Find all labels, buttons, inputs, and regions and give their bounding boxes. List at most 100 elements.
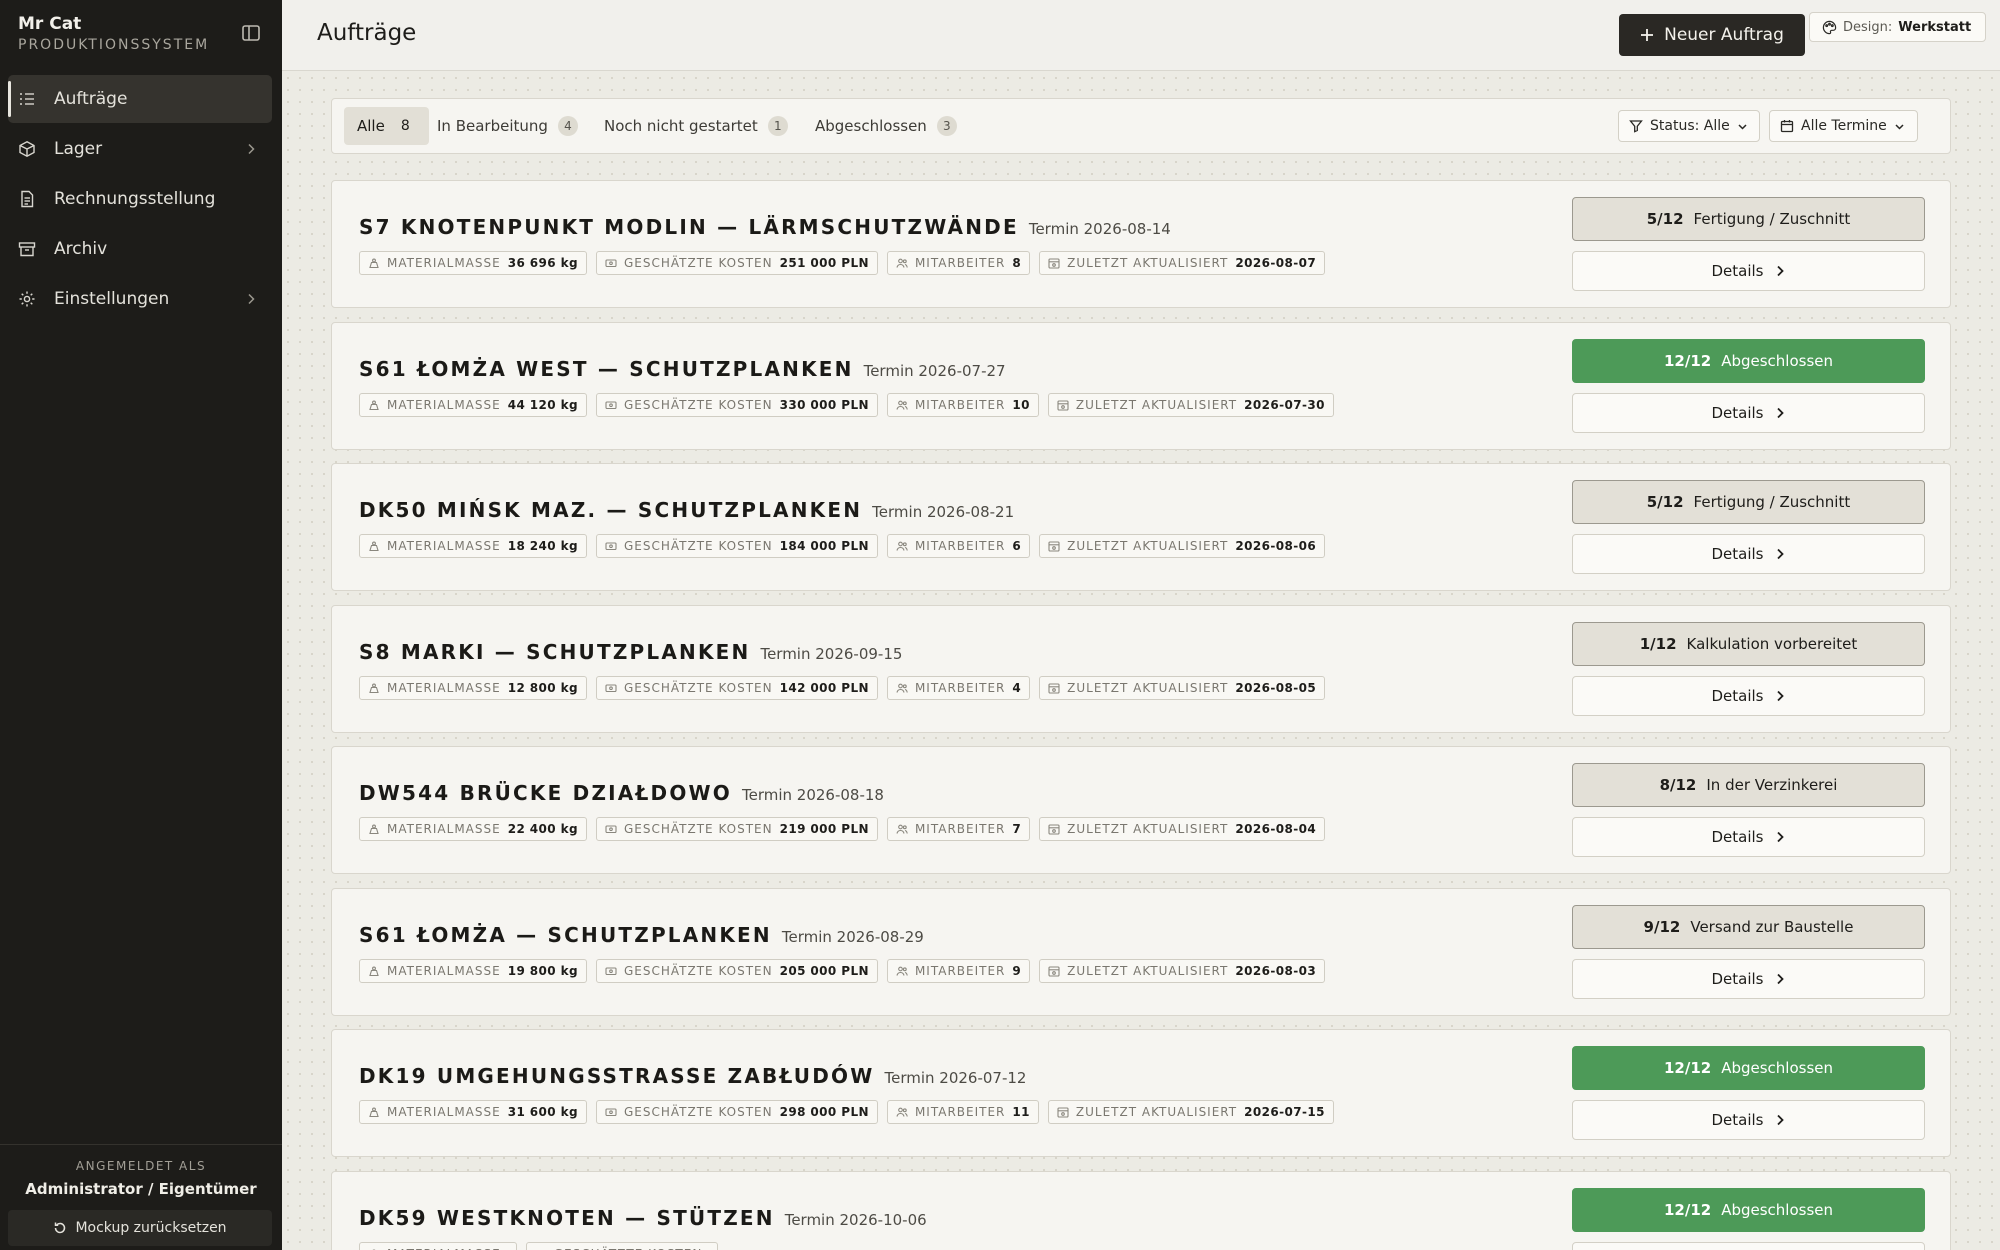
details-label: Details [1711, 969, 1764, 988]
design-switcher[interactable]: Design: Werkstatt [1809, 12, 1986, 42]
details-label: Details [1711, 403, 1764, 422]
details-label: Details [1711, 545, 1764, 563]
meta-label: MATERIALMASSE [387, 680, 501, 695]
status-progress: 1/12 [1639, 634, 1677, 653]
tab-label: In Bearbeitung [437, 117, 548, 135]
chevron-down-icon [1738, 123, 1747, 130]
status-progress: 12/12 [1663, 351, 1712, 370]
meta-label: MITARBEITER [914, 1105, 1006, 1119]
status-filter-select[interactable]: Status: Alle [1618, 110, 1760, 142]
details-button[interactable]: Details [1572, 1100, 1925, 1140]
tab-label: Abgeschlossen [815, 117, 927, 135]
meta-label: GESCHÄTZTE KOSTEN [623, 256, 773, 270]
meta-value: 251 000 PLN [779, 256, 869, 270]
meta-chip-workers: MITARBEITER 7 [886, 817, 1031, 841]
weight-icon [369, 1107, 379, 1118]
order-name: S8 MARKI — SCHUTZPLANKEN [359, 639, 751, 664]
meta-value: 6 [1012, 539, 1022, 553]
status-badge: 1/12 Kalkulation vorbereitet [1572, 621, 1925, 666]
meta-chip-workers: MITARBEITER 4 [886, 675, 1031, 700]
filter-icon [1629, 120, 1643, 133]
meta-label: GESCHÄTZTE KOSTEN [554, 1247, 703, 1250]
sidebar-item-1[interactable]: Lager [8, 125, 272, 173]
tab-2[interactable]: Noch nicht gestartet 1 [591, 107, 801, 145]
details-button[interactable]: Details [1572, 675, 1925, 716]
meta-label: MATERIALMASSE [387, 963, 501, 978]
palette-icon [1822, 20, 1837, 34]
meta-label: GESCHÄTZTE KOSTEN [623, 680, 773, 695]
tab-3[interactable]: Abgeschlossen 3 [802, 107, 970, 145]
weight-icon [369, 400, 379, 410]
meta-value: 12 800 kg [507, 680, 578, 695]
date-filter-select[interactable]: Alle Termine [1769, 110, 1918, 142]
details-button[interactable]: Details [1572, 251, 1925, 291]
tab-label: Alle [357, 117, 385, 135]
new-order-label: Neuer Auftrag [1664, 25, 1784, 45]
reset-mockup-label: Mockup zurücksetzen [75, 1220, 227, 1236]
users-icon [896, 400, 908, 410]
calendar-clock-icon [1048, 824, 1060, 835]
reset-mockup-button[interactable]: Mockup zurücksetzen [8, 1210, 272, 1246]
brand-name: Mr Cat [18, 14, 82, 34]
order-meta: MATERIALMASSE 18 240 kg GESCHÄTZTE KOSTEN 1… [359, 534, 1326, 558]
meta-value: 2026-07-30 [1244, 397, 1325, 412]
details-button[interactable]: Details [1572, 392, 1925, 433]
status-text: Kalkulation vorbereitet [1686, 634, 1858, 653]
sidebar-item-2[interactable]: Rechnungsstellung [8, 175, 272, 223]
order-title: DK59 WESTKNOTEN — STÜTZEN Termin 2026-10-… [359, 1206, 927, 1230]
chevron-right-icon [1776, 973, 1784, 984]
details-button[interactable]: Details [1572, 534, 1925, 574]
meta-chip-cost: GESCHÄTZTE KOSTEN 298 000 PLN [595, 1100, 878, 1124]
status-badge: 12/12 Abgeschlossen [1572, 338, 1925, 383]
chevron-right-icon [1776, 407, 1784, 418]
meta-chip-updated: ZULETZT AKTUALISIERT 2026-07-30 [1047, 392, 1334, 417]
meta-label: MATERIALMASSE [387, 1247, 501, 1250]
tab-count-badge: 4 [557, 116, 578, 136]
meta-value: 44 120 kg [507, 397, 578, 412]
users-icon [896, 541, 908, 551]
meta-label: GESCHÄTZTE KOSTEN [623, 539, 773, 553]
top-header: Aufträge Neuer Auftrag Design: Werkstatt [282, 0, 2000, 71]
tab-0[interactable]: Alle 8 [344, 107, 429, 145]
list-check-icon [20, 93, 34, 105]
order-card: DK50 MIŃSK MAZ. — SCHUTZPLANKEN Termin 20… [331, 463, 1951, 591]
order-title: DW544 BRÜCKE DZIAŁDOWO Termin 2026-08-18 [359, 781, 884, 805]
sidebar-toggle-icon[interactable] [240, 22, 262, 44]
meta-chip-updated: ZULETZT AKTUALISIERT 2026-08-07 [1039, 251, 1326, 275]
tab-1[interactable]: In Bearbeitung 4 [424, 107, 591, 145]
order-card: S61 ŁOMŻA — SCHUTZPLANKEN Termin 2026-08-… [331, 887, 1951, 1016]
users-icon [896, 966, 908, 976]
chevron-right-icon [1776, 1114, 1784, 1126]
users-icon [896, 824, 908, 834]
tab-count-badge: 1 [767, 116, 788, 136]
meta-chip-cost: GESCHÄTZTE KOSTEN 205 000 PLN [595, 958, 878, 983]
chevron-right-icon [1776, 690, 1784, 701]
design-label: Design: [1843, 19, 1893, 35]
status-badge: 9/12 Versand zur Baustelle [1572, 904, 1925, 949]
meta-value: 36 696 kg [507, 256, 578, 270]
status-text: In der Verzinkerei [1706, 776, 1838, 794]
page-title: Aufträge [317, 20, 417, 46]
sidebar-item-0[interactable]: Aufträge [8, 75, 272, 123]
status-filter-value: Status: Alle [1650, 118, 1730, 134]
meta-value: 19 800 kg [507, 963, 578, 978]
logged-in-user: Administrator / Eigentümer [25, 1180, 257, 1198]
sidebar-item-4[interactable]: Einstellungen [8, 275, 272, 323]
reset-icon [55, 1222, 66, 1234]
sidebar-item-3[interactable]: Archiv [8, 225, 272, 273]
sidebar-item-label: Rechnungsstellung [54, 189, 216, 209]
users-icon [896, 683, 908, 693]
details-button[interactable]: Details [1572, 817, 1925, 857]
logged-in-label: ANGEMELDET ALS [75, 1159, 207, 1173]
meta-chip-updated: ZULETZT AKTUALISIERT 2026-07-15 [1047, 1100, 1334, 1124]
details-button[interactable]: Details [1572, 958, 1925, 999]
new-order-button[interactable]: Neuer Auftrag [1619, 14, 1805, 56]
main-content: Alle 8 In Bearbeitung 4 Noch nicht gestartet… [282, 72, 2000, 1250]
meta-chip-cost: GESCHÄTZTE KOSTEN 142 000 PLN [595, 675, 878, 700]
meta-value: 142 000 PLN [779, 680, 869, 695]
details-button[interactable]: Details [1572, 1241, 1925, 1250]
details-label: Details [1711, 686, 1764, 705]
weight-icon [369, 683, 379, 693]
meta-label: MATERIALMASSE [387, 1105, 501, 1119]
chevron-right-icon [248, 143, 255, 155]
